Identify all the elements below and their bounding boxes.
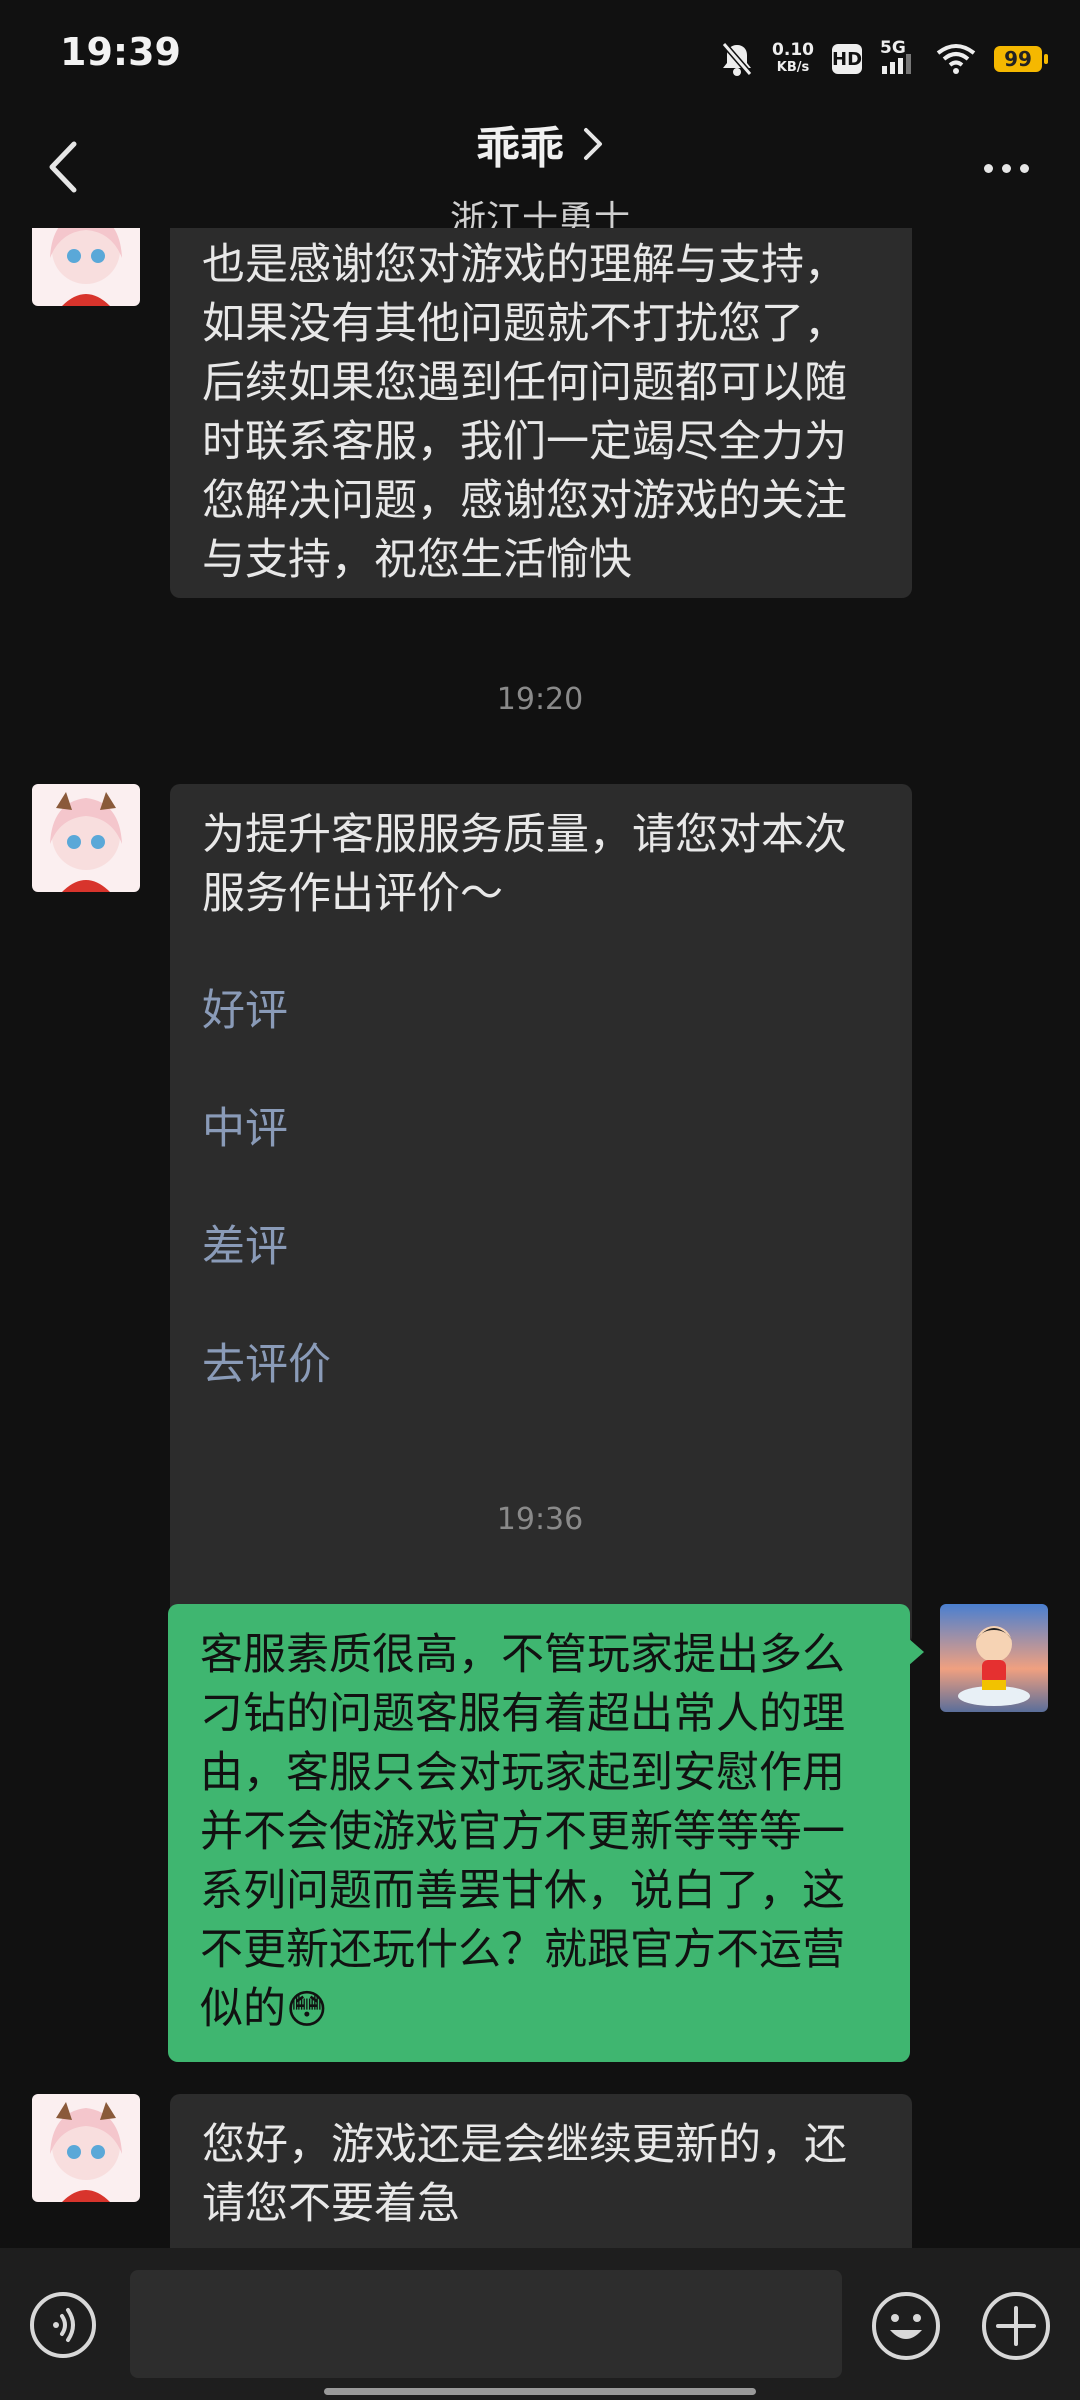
status-bar: 19:39 0.10 KB/s HD 5G 99 — [0, 0, 1080, 110]
timestamp: 19:36 — [496, 1502, 584, 1537]
chat-title[interactable]: 乖乖 — [476, 112, 604, 176]
battery-icon: 99 — [994, 46, 1048, 72]
message-text: 您好，游戏还是会继续更新的，还请您不要着急 — [202, 2120, 847, 2229]
chat-area[interactable]: 也是感谢您对游戏的理解与支持，如果没有其他问题就不打扰您了，后续如果您遇到任何问… — [0, 228, 1080, 2248]
message-text: 客服素质很高，不管玩家提出多么刁钻的问题客服有着超出常人的理由，客服只会对玩家起… — [200, 1630, 845, 2034]
emoji-icon[interactable] — [870, 2290, 942, 2362]
message-text: 也是感谢您对游戏的理解与支持，如果没有其他问题就不打扰您了，后续如果您遇到任何问… — [202, 240, 847, 585]
flushed-emoji-icon: 😳 — [286, 1987, 328, 2033]
agent-avatar[interactable] — [32, 784, 140, 892]
contact-name: 乖乖 — [476, 123, 564, 174]
status-time: 19:39 — [60, 30, 181, 74]
message-text: 为提升客服服务质量，请您对本次服务作出评价～ — [202, 810, 847, 919]
input-bar — [0, 2248, 1080, 2400]
rating-option-bad[interactable]: 差评 — [202, 1218, 880, 1277]
user-avatar[interactable] — [940, 1604, 1048, 1712]
plus-icon[interactable] — [980, 2290, 1052, 2362]
net-speed: 0.10 KB/s — [772, 40, 814, 75]
hd-badge: HD — [832, 44, 862, 74]
message-input[interactable] — [130, 2270, 842, 2378]
agent-avatar[interactable] — [32, 228, 140, 306]
mute-bell-icon — [721, 42, 753, 76]
chat-header: 乖乖 浙江十勇士 — [0, 110, 1080, 240]
status-icons: 0.10 KB/s HD 5G 99 — [720, 36, 1048, 82]
message-bubble-incoming[interactable]: 也是感谢您对游戏的理解与支持，如果没有其他问题就不打扰您了，后续如果您遇到任何问… — [170, 228, 912, 598]
message-bubble-outgoing[interactable]: 客服素质很高，不管玩家提出多么刁钻的问题客服有着超出常人的理由，客服只会对玩家起… — [168, 1604, 924, 2062]
message-bubble-incoming[interactable]: 您好，游戏还是会继续更新的，还请您不要着急 — [170, 2094, 912, 2248]
agent-avatar[interactable] — [32, 2094, 140, 2202]
signal-icon: 5G — [880, 38, 918, 76]
rating-option-go-rate[interactable]: 去评价 — [202, 1336, 880, 1395]
wifi-icon — [936, 44, 976, 74]
rating-option-neutral[interactable]: 中评 — [202, 1100, 880, 1159]
home-indicator[interactable] — [324, 2388, 756, 2395]
chevron-right-icon — [584, 128, 602, 160]
timestamp: 19:20 — [496, 682, 584, 717]
voice-icon[interactable] — [30, 2292, 96, 2358]
more-icon[interactable] — [984, 148, 1044, 188]
rating-option-good[interactable]: 好评 — [202, 982, 880, 1041]
